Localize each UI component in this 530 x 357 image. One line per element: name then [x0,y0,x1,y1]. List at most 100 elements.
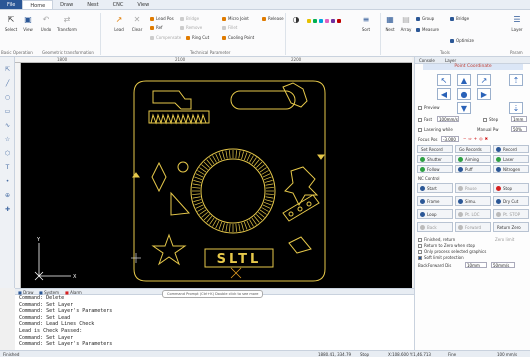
remove-button[interactable]: Remove [180,25,202,30]
micro-joint-button[interactable]: Micro Joint [222,16,249,21]
drawing-canvas[interactable]: SLTL Y X [21,63,412,288]
pointer-tool-icon[interactable]: ⇱ [3,65,12,74]
frame-button[interactable]: Frame [417,196,453,206]
clear-button[interactable]: ✕ Clear [128,14,146,32]
step-select[interactable]: 1mm [511,116,527,122]
ring-tooth [256,161,263,168]
simu-button[interactable]: Simu. [455,196,491,206]
tab-cnc[interactable]: CNC [106,0,131,9]
bridge-col-button[interactable]: Bridge [180,16,199,21]
select-button[interactable]: ⇱ Select [2,14,20,32]
focus-controls[interactable]: −⇨+◎✖ [463,136,490,141]
tab-draw[interactable]: Draw [53,0,80,9]
pt-loc-button[interactable]: Pt. LOC [455,209,491,219]
stop-button[interactable]: Stop [493,183,529,193]
fast-checkbox[interactable]: Fast [418,117,432,122]
back-forward-speed-select[interactable]: 50mm/s [491,262,515,268]
jog-center[interactable]: ● [457,88,471,100]
measure-button[interactable]: Measure [416,27,439,32]
forward-button[interactable]: Forward [455,222,491,232]
pan-tool-icon[interactable]: ✚ [3,205,12,214]
bridge-button[interactable]: Bridge [450,16,469,21]
only-selected-checkbox[interactable]: Only process selected graphics [418,249,486,254]
fine-mode[interactable]: Fine [448,352,456,357]
optimize-button[interactable]: Optimize [450,38,474,43]
soft-limit-checkbox[interactable]: Soft limit protection [418,255,464,260]
lead-button[interactable]: ↗ Lead [110,14,128,32]
aiming-button[interactable]: Aiming [455,155,491,163]
tab-home[interactable]: Home [22,0,54,9]
jog-speed[interactable]: 100 mm/s [497,352,517,357]
return-zero-button[interactable]: Return Zero [493,222,529,232]
circle-tool-icon[interactable]: ○ [3,93,12,102]
release-button[interactable]: Release [262,16,284,21]
dry-cut-button[interactable]: Dry Cut [493,196,529,206]
point-coordinate-header[interactable]: Point Coordinate [423,64,523,70]
tab-layer[interactable]: Layer [445,58,456,63]
layer-colors[interactable] [307,18,343,23]
follow-button[interactable]: Follow [417,165,453,173]
loop-button[interactable]: Loop [417,209,453,219]
array-button[interactable]: ▤ Array [397,14,415,32]
back-forward-dis-select[interactable]: 10mm [465,262,487,268]
set-record-button[interactable]: Set Record [417,145,453,153]
step-checkbox[interactable]: Step [483,117,498,122]
pause-button[interactable]: Pause [455,183,491,193]
jog-down[interactable]: ▼ [457,102,471,114]
undo-button[interactable]: ↶ Undo [37,14,55,32]
back-button[interactable]: Back [417,222,453,232]
polygon-tool-icon[interactable]: ⬡ [3,149,12,158]
line-tool-icon[interactable]: ╱ [3,79,12,88]
star-shape [151,233,187,266]
star-tool-icon[interactable]: ☆ [3,135,12,144]
tab-nest[interactable]: Nest [80,0,105,9]
lead-pos-button[interactable]: Lead Pos [150,16,174,21]
shutter-button[interactable]: Shutter [417,155,453,163]
layer-button[interactable]: ☰ Layer [508,14,526,32]
command-output[interactable]: Command: Delete Command: Set Layer Comma… [15,295,414,350]
nitrogen-button[interactable]: Nitrogen [493,165,529,173]
jog-z-down[interactable]: ⇣ [509,102,523,114]
sort-button[interactable]: ≡ Sort [357,14,375,32]
ref-button[interactable]: Ref [150,25,162,30]
group-button[interactable]: Group [416,16,434,21]
compensate-button[interactable]: Compensate [150,35,181,40]
jog-right[interactable]: ▶ [477,88,491,100]
lasering-while-checkbox[interactable]: Lasering while [418,127,453,132]
preview-button[interactable]: Preview [418,105,440,110]
jog-up-left[interactable]: ↖ [437,74,451,86]
go-records-button[interactable]: Go Records [455,145,491,153]
manual-pw-select[interactable]: 50% [511,126,527,132]
cooling-point-button[interactable]: Cooling Point [222,35,254,40]
pt-stop-button[interactable]: Pt. STOP [493,209,529,219]
command-line: Command: Set Lead [19,314,71,321]
return-zero-stop-checkbox[interactable]: Return to Zero when stop [418,243,475,248]
transform-button[interactable]: ⇄ Transform [57,14,77,32]
ring-tooth [249,155,254,163]
jog-up[interactable]: ▲ [457,74,471,86]
ring-cut-button[interactable]: Ring Cut [186,35,209,40]
fast-speed-select[interactable]: 100mm/s [437,116,459,122]
view-button[interactable]: ▣ View [19,14,37,32]
ring-tooth [192,196,201,199]
rect-tool-icon[interactable]: ▭ [3,107,12,116]
point-tool-icon[interactable]: • [3,177,12,186]
jog-left[interactable]: ◀ [437,88,451,100]
jog-up-right[interactable]: ↗ [477,74,491,86]
curve-tool-icon[interactable]: ∿ [3,121,12,130]
finished-return-checkbox[interactable]: Finished, return [418,237,455,242]
tab-console[interactable]: Console [419,58,435,63]
tab-view[interactable]: View [130,0,156,9]
zoom-tool-icon[interactable]: ⊕ [3,191,12,200]
file-menu[interactable]: File [0,0,23,9]
ring-tooth [197,207,205,212]
color-layers[interactable]: ◑ [287,14,305,25]
laser-button[interactable]: Laser [493,155,529,163]
puff-button[interactable]: Puff [455,165,491,173]
fillet-button[interactable]: Fillet [222,25,237,30]
start-button[interactable]: Start [417,183,453,193]
text-tool-icon[interactable]: T [3,163,12,172]
record-button[interactable]: Record [493,145,529,153]
focus-pos-input[interactable]: -3.000 [441,136,459,142]
jog-z-up[interactable]: ⇡ [509,74,523,86]
